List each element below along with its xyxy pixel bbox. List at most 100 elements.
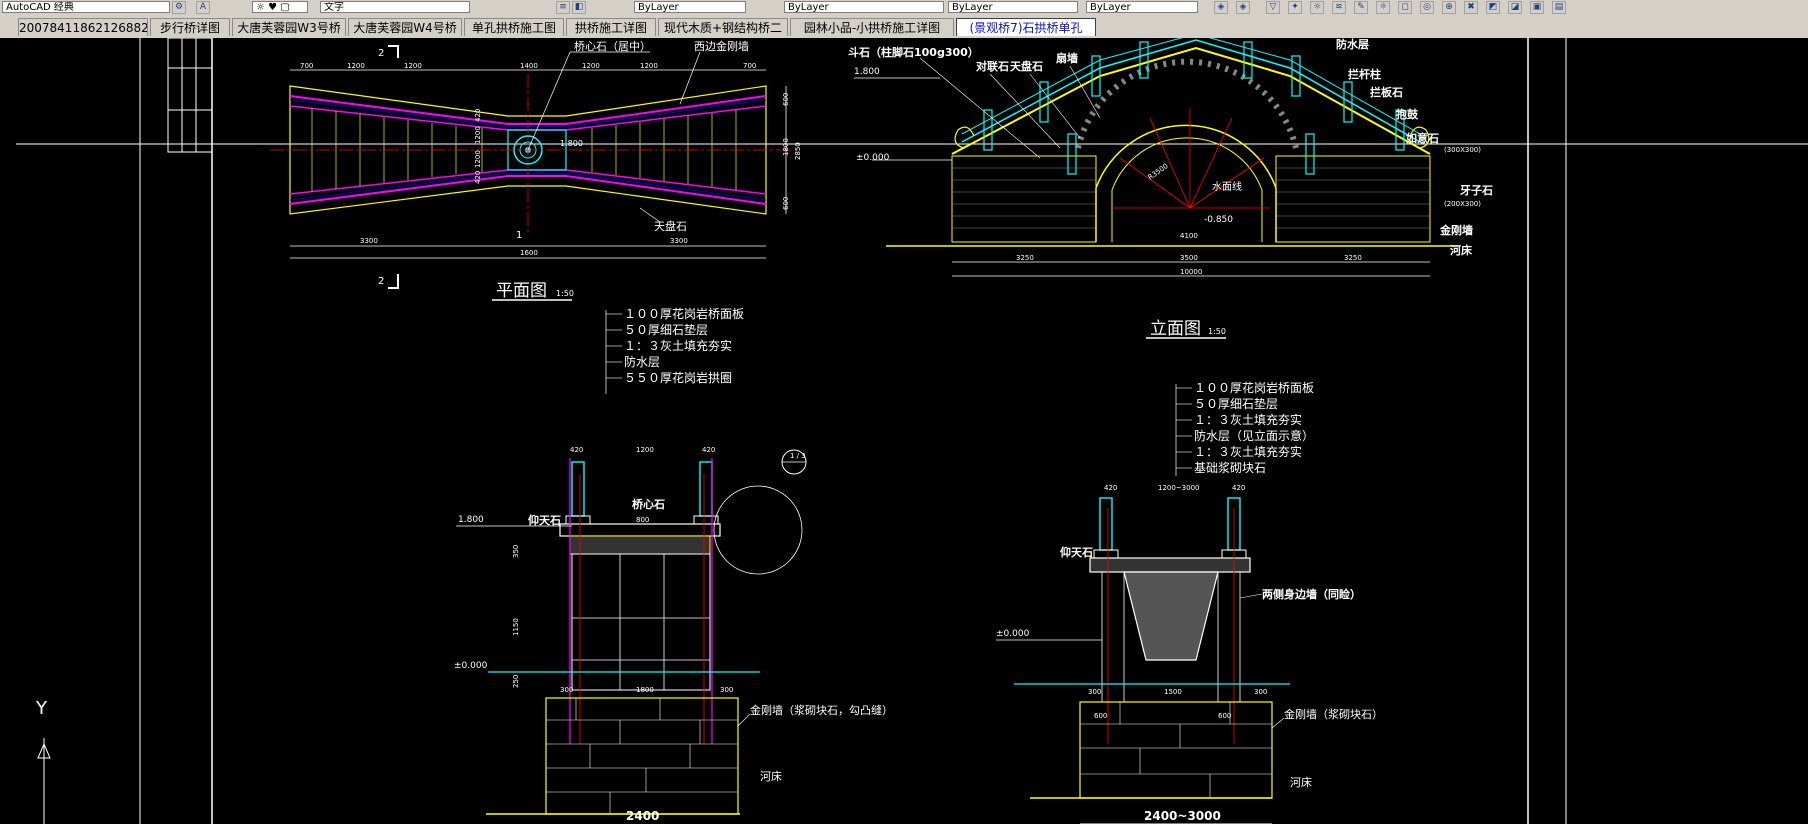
- plan-section-mark-1: 2: [378, 48, 384, 59]
- layer-unlock-icon[interactable]: ▤: [1552, 1, 1566, 14]
- plan-dim-top-1: 700: [300, 62, 313, 70]
- plan-dim-left-4: 420: [474, 171, 482, 184]
- elev-label-rail-panel: 拦板石: [1370, 85, 1403, 99]
- plan-callout-deck-stone: 天盘石: [654, 219, 687, 233]
- tab-drawing-1[interactable]: 2007841186212688285: [18, 18, 148, 36]
- sec2-dim-mid-3: 300: [1254, 688, 1267, 696]
- plotstyle-dropdown[interactable]: ByLayer: [1086, 1, 1198, 13]
- filter-icon[interactable]: ▽: [1266, 1, 1280, 14]
- workspace-dropdown[interactable]: AutoCAD 经典: [2, 1, 170, 13]
- sec2-label-parapet-stone: 仰天石: [1060, 545, 1093, 559]
- layer-stack-icon[interactable]: ≋: [1332, 1, 1346, 14]
- plan-dim-left-2: 1200: [474, 126, 482, 144]
- sec2-label-riverbed: 河床: [1290, 775, 1312, 789]
- sec1-label-center-stone: 桥心石: [632, 497, 665, 511]
- sec2-level-zero: ±0.000: [996, 629, 1030, 639]
- elev-label-drum: 抱鼓: [1396, 107, 1419, 121]
- plan-dim-bottom-3: 3300: [670, 237, 688, 245]
- elev-dim-2: 3500: [1180, 254, 1198, 262]
- elev-level-zero: ±0.000: [856, 153, 890, 163]
- sec1-detail-marker: 1 / 3: [790, 452, 806, 460]
- sec1-layer-4: 防水层: [624, 354, 660, 369]
- sec2-layer-1: １００厚花岗岩桥面板: [1194, 380, 1314, 395]
- style-dropdown[interactable]: 文字: [320, 1, 470, 13]
- drawing-canvas[interactable]: 700 1200 1200 1400 1200 1200 700 600 180…: [0, 38, 1808, 824]
- layer-delete-icon[interactable]: ✖: [1464, 1, 1478, 14]
- sec1-level-top: 1.800: [458, 515, 484, 525]
- layers2-icon[interactable]: ◈: [1236, 1, 1250, 14]
- plan-dim-top-5: 1200: [582, 62, 600, 70]
- sec1-dim-top-1: 420: [570, 446, 583, 454]
- tab-drawing-4[interactable]: 大唐芙蓉园W4号桥: [348, 18, 462, 36]
- linetype-dropdown[interactable]: ByLayer: [784, 1, 944, 13]
- elev-label-ruyi-size: (300X300): [1444, 146, 1481, 154]
- match-icon[interactable]: ✎: [1354, 1, 1368, 14]
- layer-merge-icon[interactable]: ⊕: [1442, 1, 1456, 14]
- elev-label-tooth-stone: 牙子石: [1460, 184, 1493, 197]
- plan-section-mark-2: 2: [378, 276, 384, 287]
- sec1-layer-5: ５５０厚花岗岩拱圈: [624, 370, 732, 385]
- elev-label-riverbed: 河床: [1450, 243, 1473, 257]
- tab-drawing-7[interactable]: 现代木质+钢结构桥二: [658, 18, 788, 36]
- elev-label-rail-post: 拦杆柱: [1348, 67, 1381, 81]
- sun2-icon[interactable]: ☼: [1376, 1, 1390, 14]
- sec1-layer-1: １００厚花岗岩桥面板: [624, 306, 744, 321]
- layer-lock-icon[interactable]: ▣: [1530, 1, 1544, 14]
- layer-manager-icon[interactable]: ≡: [556, 1, 570, 14]
- sec1-dim-side-2: 1150: [512, 618, 520, 636]
- sec2-dim-low-2: 600: [1218, 712, 1231, 720]
- sec2-dim-top-3: 420: [1232, 484, 1245, 492]
- tab-drawing-5[interactable]: 单孔拱桥施工图: [464, 18, 564, 36]
- layer-walk-icon[interactable]: ◎: [1420, 1, 1434, 14]
- layers-icon[interactable]: ◈: [1214, 1, 1228, 14]
- layer-dropdown[interactable]: ☼ ♥ ▢: [252, 1, 308, 13]
- ucs-y-label: Y: [35, 698, 48, 719]
- sec1-dim-mid-1: 300: [560, 686, 573, 694]
- tab-drawing-6[interactable]: 拱桥施工详图: [566, 18, 656, 36]
- sec2-dim-mid-1: 300: [1088, 688, 1101, 696]
- drawing-tab-bar: 2007841186212688285 步行桥详图 大唐芙蓉园W3号桥 大唐芙蓉…: [0, 16, 1808, 39]
- bulb-icon[interactable]: ✦: [1288, 1, 1302, 14]
- sec2-layer-6: 基础浆砌块石: [1194, 460, 1266, 475]
- sec1-dim-mid-2: 1800: [636, 686, 654, 694]
- layer-prop-icon[interactable]: ◻: [1398, 1, 1412, 14]
- elev-label-waterproof: 防水层: [1336, 38, 1369, 51]
- elev-label-couplet-stone: 对联石: [976, 59, 1009, 73]
- plan-dim-left-1: 420: [474, 109, 482, 122]
- elev-label-abutment: 金刚墙: [1439, 223, 1473, 237]
- sec2-layer-3: １：３灰土填充夯实: [1194, 412, 1302, 427]
- sec1-dim-top-2: 1200: [636, 446, 654, 454]
- sec2-dim-low-1: 600: [1094, 712, 1107, 720]
- sec2-label-abutment: 金刚墙（浆砌块石）: [1284, 707, 1383, 721]
- plan-dim-left-3: 1200: [474, 150, 482, 168]
- elev-dim-3: 3250: [1344, 254, 1362, 262]
- plan-elev-mark: 1.800: [560, 139, 583, 148]
- sec1-layer-3: １：３灰土填充夯实: [624, 338, 732, 353]
- tab-drawing-8[interactable]: 园林小品-小拱桥施工详图: [790, 18, 954, 36]
- plan-callout-west-wall: 西边金刚墙: [694, 39, 749, 53]
- tab-drawing-2[interactable]: 步行桥详图: [150, 18, 230, 36]
- sec1-dim-top-3: 420: [702, 446, 715, 454]
- plan-dim-top-6: 1200: [640, 62, 658, 70]
- layer-iso-icon[interactable]: ◩: [1486, 1, 1500, 14]
- elev-label-ruyi-stone: 如意石: [1406, 131, 1439, 145]
- sec1-label-abutment: 金刚墙（浆砌块石，勾凸缝）: [750, 703, 893, 717]
- color-dropdown[interactable]: ByLayer: [634, 1, 746, 13]
- plan-dim-right-1: 600: [782, 93, 790, 106]
- layer-prev-icon[interactable]: ◧: [572, 1, 586, 14]
- tab-drawing-3[interactable]: 大唐芙蓉园W3号桥: [232, 18, 346, 36]
- plan-title: 平面图: [496, 281, 547, 301]
- sun-icon[interactable]: ☼: [1310, 1, 1324, 14]
- text-style-icon[interactable]: A: [196, 1, 210, 14]
- tab-drawing-active[interactable]: (景观桥7)石拱桥单孔: [956, 18, 1096, 36]
- plan-dim-right-2: 1800: [782, 138, 790, 156]
- plan-dim-top-2: 1200: [347, 62, 365, 70]
- workspace-settings-icon[interactable]: ⚙: [172, 1, 186, 14]
- plan-callout-center-stone: 桥心石（居中）: [574, 40, 651, 53]
- lineweight-dropdown[interactable]: ByLayer: [948, 1, 1078, 13]
- layer-unis-icon[interactable]: ◪: [1508, 1, 1522, 14]
- sec1-label-parapet-stone: 仰天石: [528, 513, 561, 527]
- plan-scale: 1:50: [556, 289, 574, 298]
- sec2-dim-top-1: 420: [1104, 484, 1117, 492]
- elevation-title: 立面图: [1150, 319, 1201, 339]
